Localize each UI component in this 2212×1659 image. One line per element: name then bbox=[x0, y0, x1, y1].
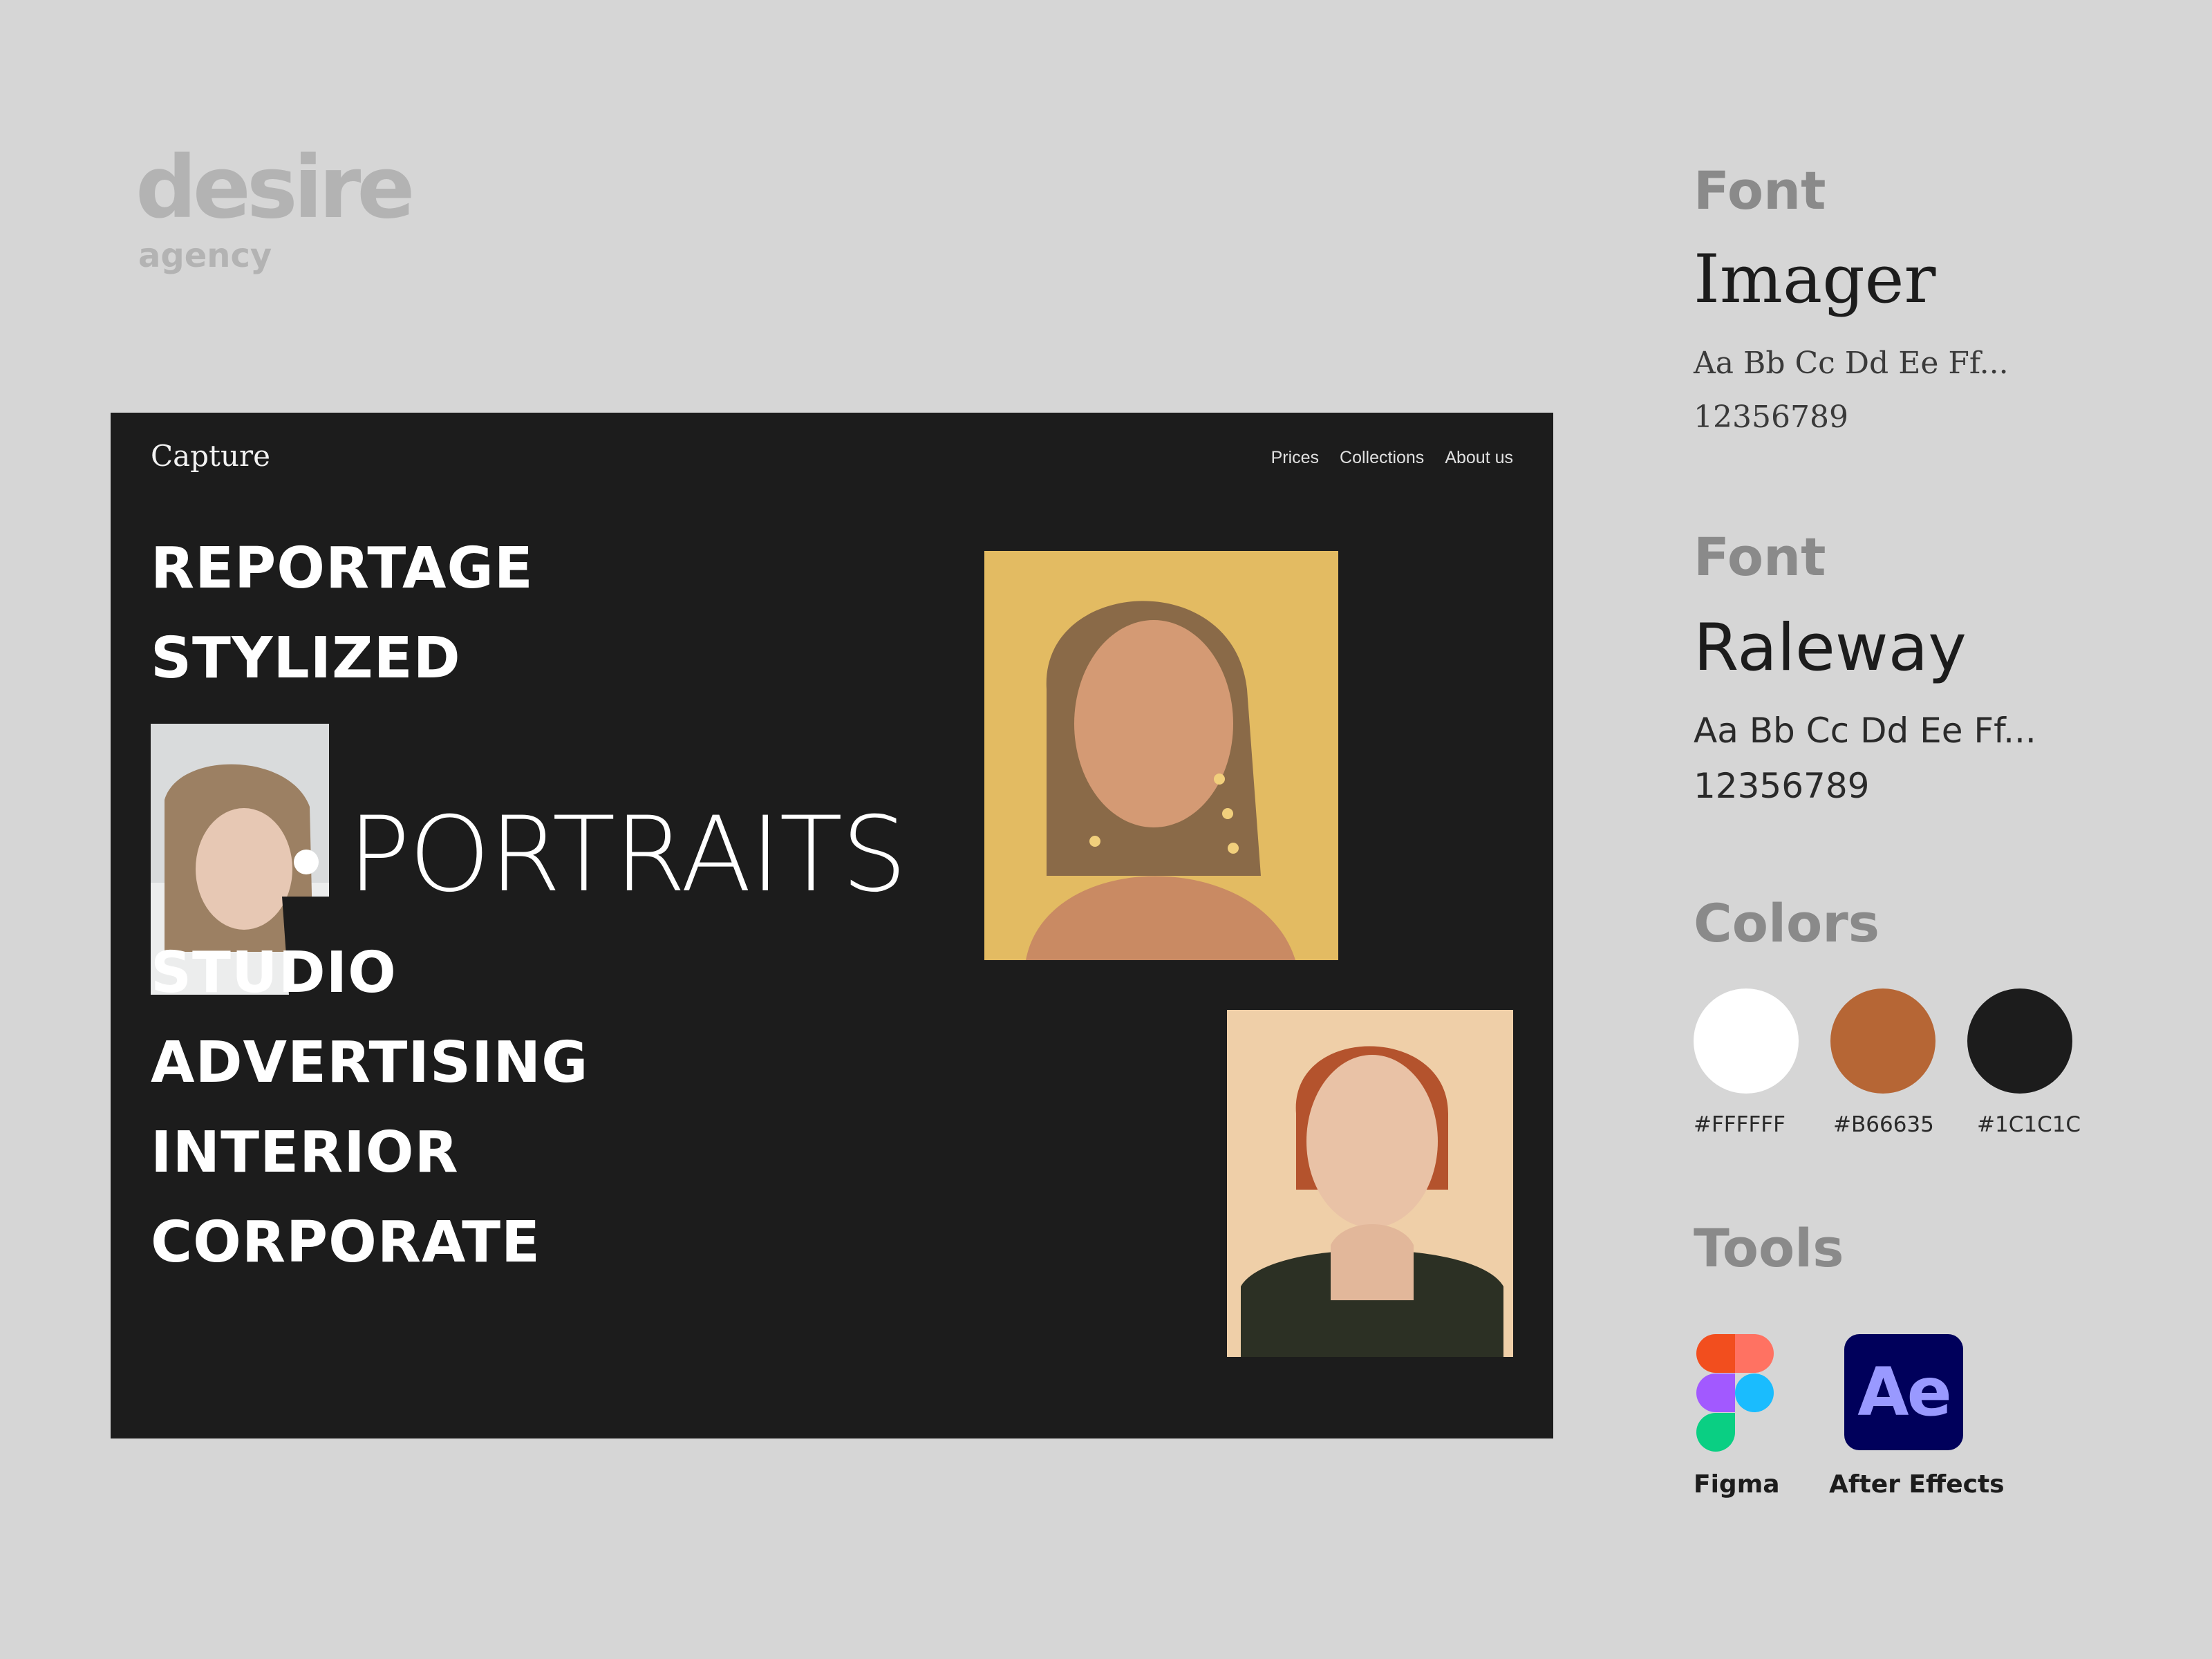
tool-label-after-effects: After Effects bbox=[1829, 1470, 2005, 1499]
after-effects-icon: Ae bbox=[1844, 1334, 1963, 1450]
brand-subtitle: agency bbox=[138, 236, 272, 275]
portrait-photo-large bbox=[984, 551, 1338, 960]
category-corporate[interactable]: CORPORATE bbox=[151, 1215, 541, 1271]
color-label-white: #FFFFFF bbox=[1694, 1112, 1785, 1137]
site-logo[interactable]: Capture bbox=[151, 439, 270, 474]
colors-heading: Colors bbox=[1694, 892, 1880, 954]
font-heading-1: Font bbox=[1694, 160, 1826, 221]
tools-heading: Tools bbox=[1694, 1217, 1844, 1279]
nav-link-collections[interactable]: Collections bbox=[1340, 447, 1424, 468]
category-stylized[interactable]: STYLIZED bbox=[151, 630, 461, 687]
color-swatch-orange bbox=[1830, 988, 1936, 1094]
figma-icon bbox=[1695, 1334, 1775, 1452]
font-heading-2: Font bbox=[1694, 526, 1826, 588]
tool-label-figma: Figma bbox=[1694, 1470, 1780, 1499]
color-swatch-black bbox=[1967, 988, 2072, 1094]
category-interior[interactable]: INTERIOR bbox=[151, 1125, 459, 1181]
category-portraits-featured[interactable]: PORTRAITS bbox=[348, 803, 907, 907]
color-label-black: #1C1C1C bbox=[1977, 1112, 2081, 1137]
nav-link-about[interactable]: About us bbox=[1445, 447, 1513, 468]
category-advertising[interactable]: ADVERTISING bbox=[151, 1035, 588, 1091]
color-swatch-white bbox=[1694, 988, 1799, 1094]
font-name-imager: Imager bbox=[1694, 241, 1936, 318]
category-reportage[interactable]: REPORTAGE bbox=[151, 541, 534, 597]
font-sample-raleway: Aa Bb Cc Dd Ee Ff... bbox=[1694, 711, 2036, 751]
brand-name: desire bbox=[135, 138, 415, 238]
after-effects-icon-label: Ae bbox=[1857, 1353, 1951, 1431]
portrait-photo-medium bbox=[1227, 1010, 1513, 1357]
font-digits-imager: 12356789 bbox=[1694, 400, 1848, 435]
category-studio[interactable]: STUDIO bbox=[151, 945, 397, 1002]
site-nav: Prices Collections About us bbox=[1271, 447, 1513, 468]
font-name-raleway: Raleway bbox=[1694, 610, 1967, 686]
font-sample-imager: Aa Bb Cc Dd Ee Ff... bbox=[1694, 346, 2009, 381]
font-digits-raleway: 12356789 bbox=[1694, 766, 1870, 806]
website-mockup: Capture Prices Collections About us REPO… bbox=[111, 413, 1553, 1438]
nav-link-prices[interactable]: Prices bbox=[1271, 447, 1319, 468]
color-label-orange: #B66635 bbox=[1833, 1112, 1934, 1137]
